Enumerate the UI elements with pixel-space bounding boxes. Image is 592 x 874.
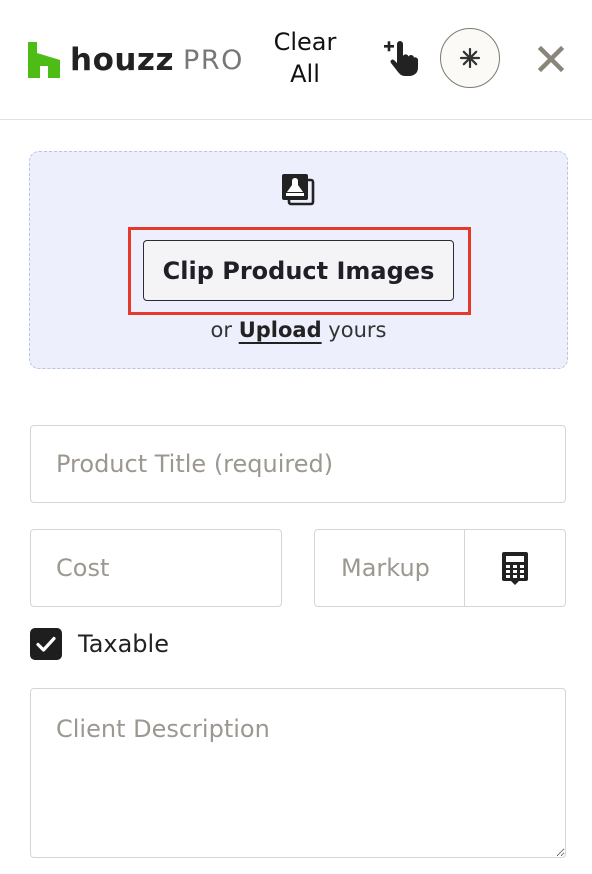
sparkle-button[interactable] bbox=[440, 28, 500, 88]
clear-all-button[interactable]: Clear All bbox=[262, 26, 348, 90]
add-pointer-hand-icon bbox=[384, 41, 418, 76]
houzz-logo-icon bbox=[28, 42, 60, 78]
image-dropzone[interactable]: Clip Product Images or Upload yours bbox=[29, 151, 568, 369]
taxable-label: Taxable bbox=[78, 630, 169, 658]
upload-link[interactable]: Upload bbox=[239, 318, 322, 342]
add-pointer-button[interactable] bbox=[380, 38, 420, 78]
calculator-icon bbox=[502, 552, 528, 585]
logo-word: houzz bbox=[70, 42, 175, 78]
calculator-button[interactable] bbox=[465, 530, 565, 606]
markup-field-group bbox=[314, 529, 566, 607]
header-bar: houzz PRO Clear All bbox=[0, 0, 592, 120]
clip-product-images-button[interactable]: Clip Product Images bbox=[143, 240, 454, 301]
upload-suffix: yours bbox=[328, 318, 387, 342]
clear-all-label-line1: Clear bbox=[273, 28, 337, 56]
checkmark-icon bbox=[36, 636, 56, 652]
taxable-row: Taxable bbox=[30, 627, 169, 661]
product-title-input[interactable] bbox=[30, 425, 566, 503]
sparkle-icon bbox=[459, 47, 481, 69]
close-icon bbox=[537, 45, 565, 73]
markup-input[interactable] bbox=[315, 530, 465, 606]
cost-input[interactable] bbox=[30, 529, 282, 607]
taxable-checkbox[interactable] bbox=[30, 628, 62, 660]
upload-prompt: or Upload yours bbox=[30, 318, 567, 342]
image-stack-icon bbox=[282, 174, 315, 206]
logo-suffix: PRO bbox=[183, 44, 244, 76]
clear-all-label-line2: All bbox=[290, 60, 320, 88]
close-button[interactable] bbox=[534, 42, 568, 76]
upload-prefix: or bbox=[210, 318, 232, 342]
houzz-pro-logo: houzz PRO bbox=[28, 40, 244, 80]
client-description-textarea[interactable] bbox=[30, 688, 566, 858]
